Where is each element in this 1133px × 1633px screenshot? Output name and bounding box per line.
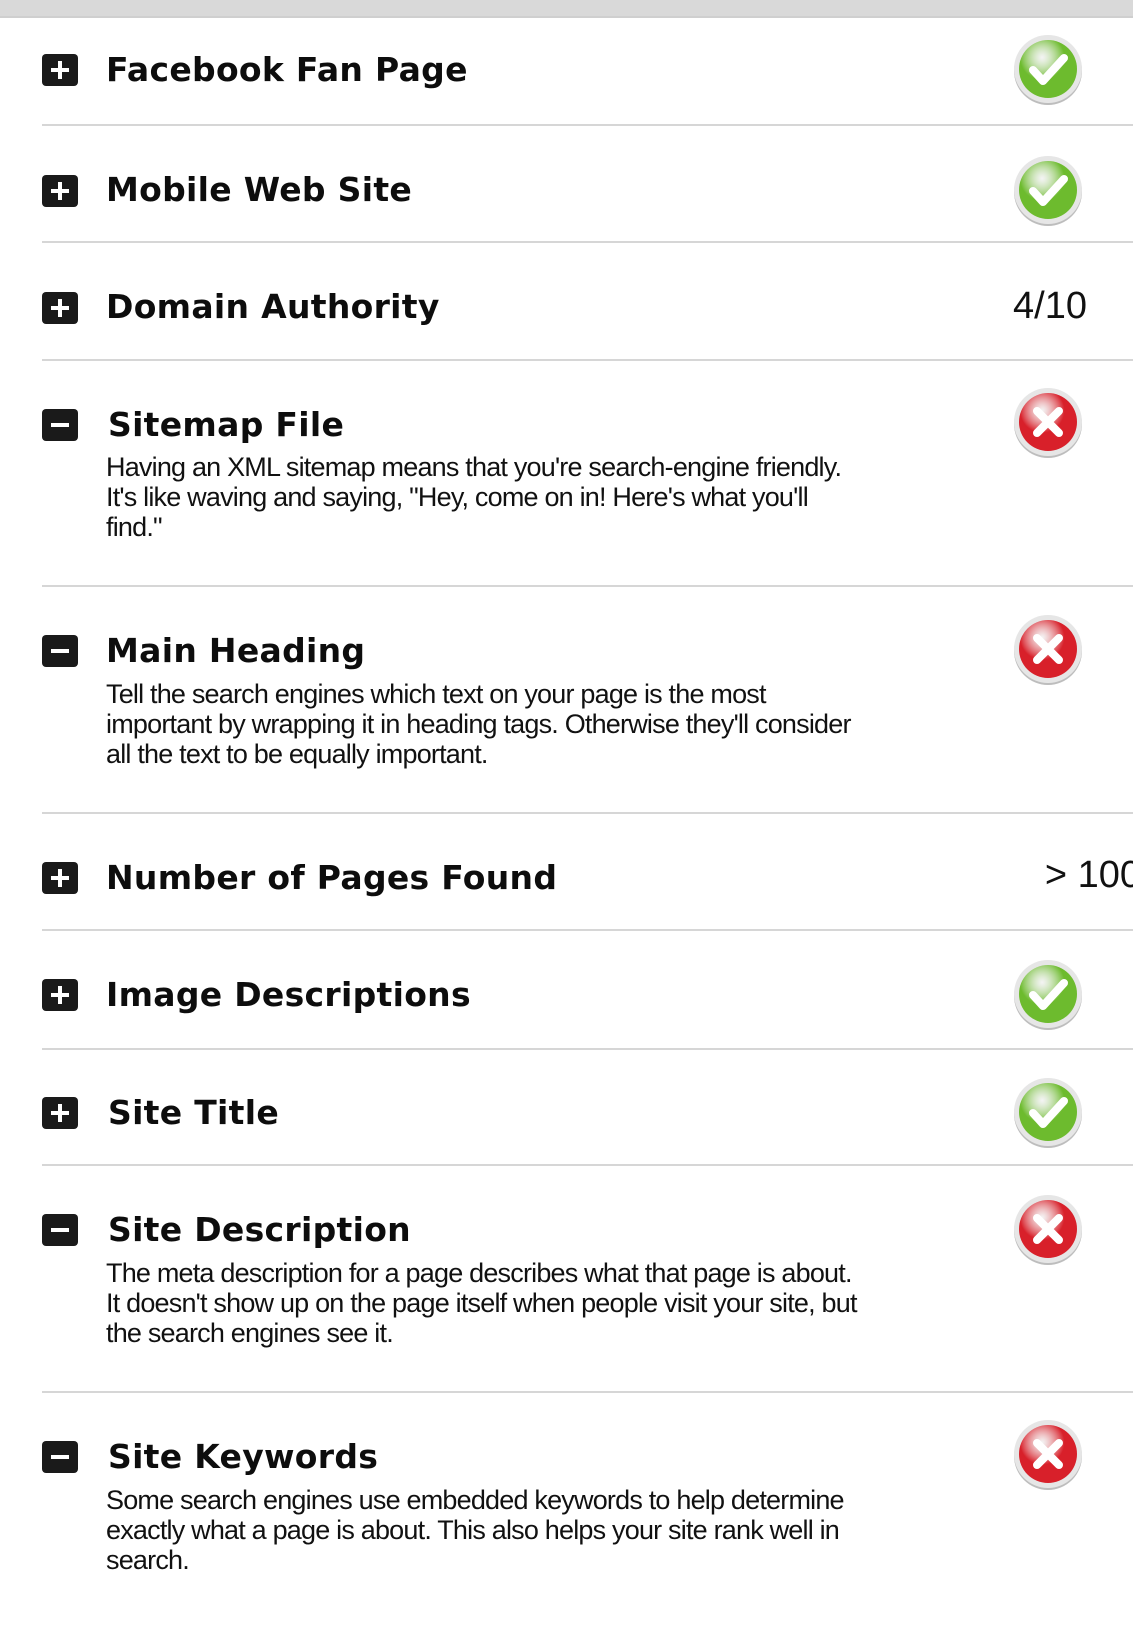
collapse-minus-icon[interactable] [42, 409, 78, 441]
expand-plus-icon[interactable] [42, 54, 78, 86]
item-title: Number of Pages Found [106, 858, 558, 897]
expand-plus-icon[interactable] [42, 1097, 78, 1129]
item-description: Some search engines use embedded keyword… [106, 1485, 845, 1575]
check-icon [1011, 153, 1085, 227]
check-icon [1011, 957, 1085, 1031]
x-icon [1011, 1192, 1085, 1266]
item-title: Site Description [108, 1210, 411, 1249]
expand-plus-icon[interactable] [42, 292, 78, 324]
check-icon [1011, 1075, 1085, 1149]
list-item-domain-authority[interactable]: Domain Authority 4/10 [42, 243, 1133, 361]
x-icon [1011, 385, 1085, 459]
expand-plus-icon[interactable] [42, 979, 78, 1011]
seo-checklist: Facebook Fan Page Mobile Web Site Domain… [42, 20, 1133, 1633]
top-divider-bar [0, 0, 1133, 18]
item-description: Having an XML sitemap means that you're … [106, 452, 842, 542]
list-item-number-of-pages-found[interactable]: Number of Pages Found > 100 [42, 814, 1133, 931]
list-item-site-title[interactable]: Site Title [42, 1050, 1133, 1166]
collapse-minus-icon[interactable] [42, 1441, 78, 1473]
item-title: Main Heading [106, 631, 366, 670]
pages-found-value: > 100 [1044, 854, 1133, 896]
list-item-site-description[interactable]: Site Description The meta description fo… [42, 1166, 1133, 1393]
collapse-minus-icon[interactable] [42, 635, 78, 667]
x-icon [1011, 1417, 1085, 1491]
item-title: Site Title [108, 1093, 280, 1132]
item-title: Sitemap File [108, 405, 345, 444]
collapse-minus-icon[interactable] [42, 1214, 78, 1246]
item-description: The meta description for a page describe… [106, 1258, 857, 1348]
expand-plus-icon[interactable] [42, 175, 78, 207]
list-item-sitemap-file[interactable]: Sitemap File Having an XML sitemap means… [42, 361, 1133, 587]
item-title: Site Keywords [108, 1437, 379, 1476]
item-title: Facebook Fan Page [106, 50, 468, 89]
list-item-main-heading[interactable]: Main Heading Tell the search engines whi… [42, 587, 1133, 814]
list-item-site-keywords[interactable]: Site Keywords Some search engines use em… [42, 1393, 1133, 1633]
item-title: Domain Authority [106, 287, 440, 326]
list-item-facebook-fan-page[interactable]: Facebook Fan Page [42, 20, 1133, 126]
item-title: Mobile Web Site [106, 170, 413, 209]
list-item-image-descriptions[interactable]: Image Descriptions [42, 931, 1133, 1050]
x-icon [1011, 612, 1085, 686]
item-description: Tell the search engines which text on yo… [106, 679, 851, 769]
item-title: Image Descriptions [106, 975, 471, 1014]
list-item-mobile-web-site[interactable]: Mobile Web Site [42, 126, 1133, 243]
expand-plus-icon[interactable] [42, 862, 78, 894]
check-icon [1011, 32, 1085, 106]
domain-authority-value: 4/10 [1013, 285, 1087, 327]
